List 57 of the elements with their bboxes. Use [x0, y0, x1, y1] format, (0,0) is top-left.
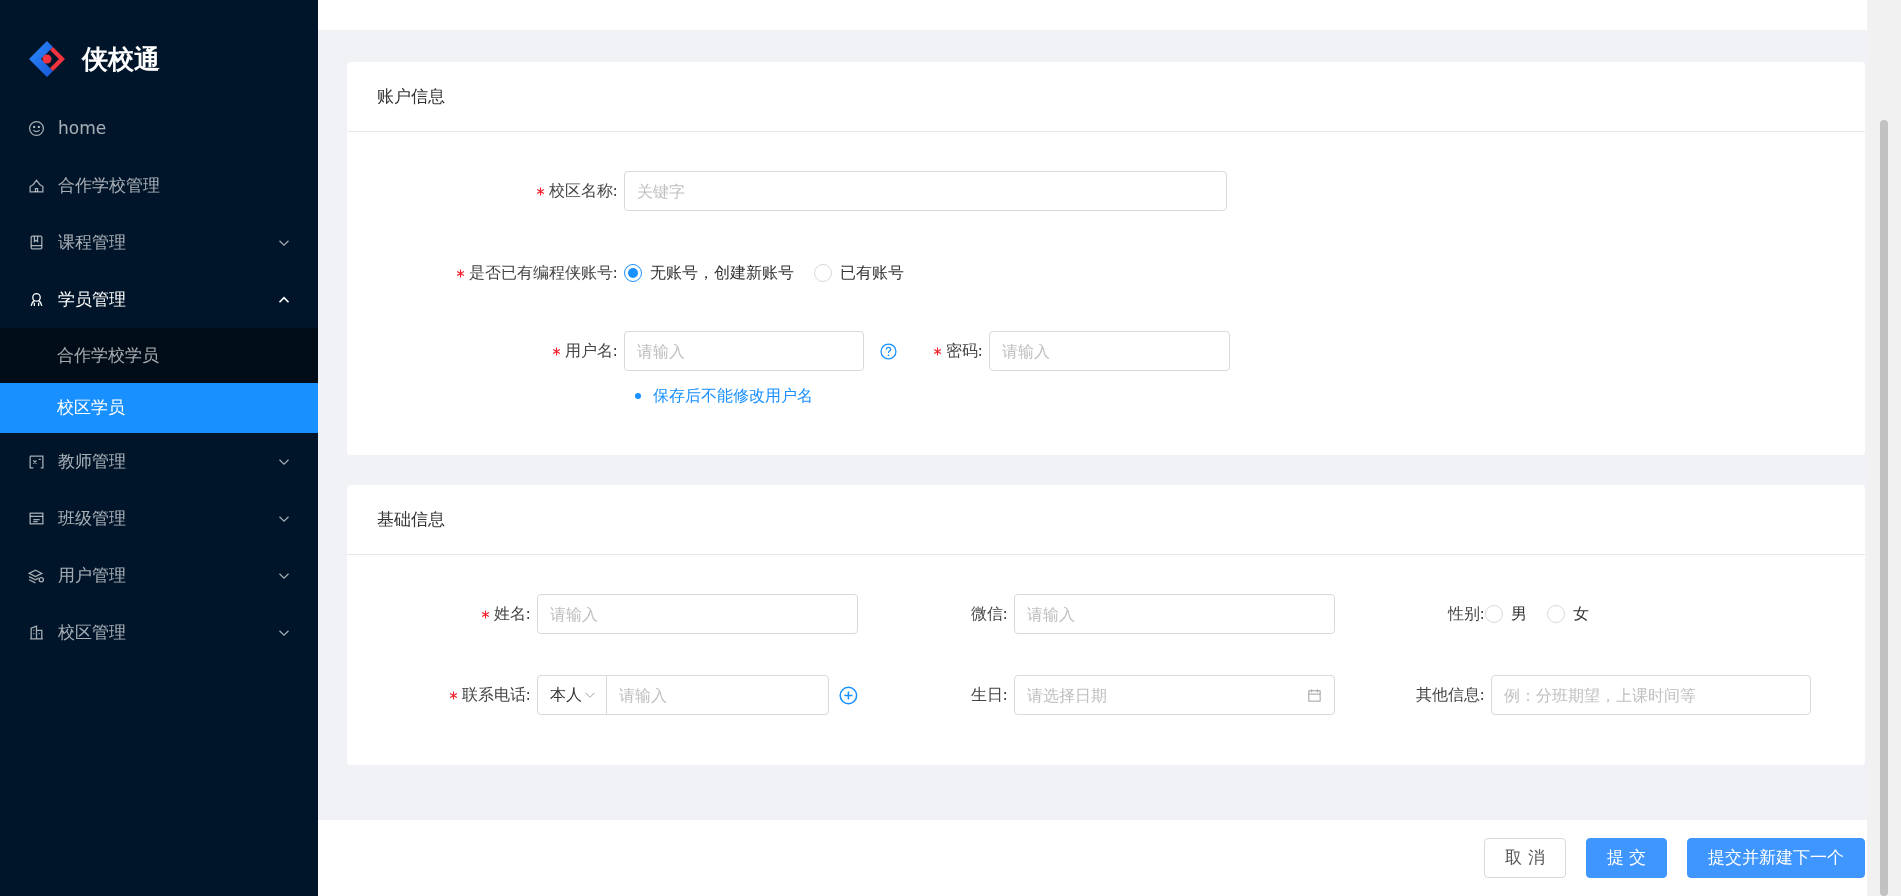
smile-icon: [28, 120, 45, 137]
required-icon: [455, 268, 465, 278]
text-input[interactable]: 请输入: [537, 594, 858, 634]
field-label: 姓名:: [347, 602, 537, 626]
required-icon: [448, 690, 458, 700]
menu-item[interactable]: 班级管理: [0, 490, 318, 547]
required-icon: [535, 186, 545, 196]
menu-item[interactable]: 校区管理: [0, 604, 318, 661]
required-icon: [551, 346, 561, 356]
calendar-icon: [1307, 687, 1322, 703]
text-input[interactable]: 请输入: [1014, 594, 1335, 634]
field-label: 联系电话:: [347, 683, 537, 707]
relation-select[interactable]: 本人: [538, 676, 607, 714]
field-label: 密码:: [897, 339, 989, 363]
card-title: 基础信息: [347, 485, 1865, 555]
radio-option[interactable]: 无账号，创建新账号: [624, 261, 794, 285]
help-icon[interactable]: [880, 342, 897, 360]
phone-input[interactable]: 请输入: [607, 676, 829, 714]
people-icon: [28, 291, 45, 308]
scrollbar-thumb[interactable]: [1880, 120, 1888, 896]
menu-item[interactable]: 教师管理: [0, 433, 318, 490]
board-icon: [28, 510, 45, 527]
layers-icon: [28, 567, 45, 584]
menu-item[interactable]: 用户管理: [0, 547, 318, 604]
cancel-button[interactable]: 取 消: [1484, 838, 1566, 878]
menu-item[interactable]: home: [0, 100, 318, 157]
field-label: 微信:: [969, 603, 1009, 625]
field-label: 用户名:: [347, 339, 624, 363]
building-icon: [28, 624, 45, 641]
logo-text: 侠校通: [82, 42, 160, 76]
add-icon[interactable]: [839, 685, 858, 705]
field-label: 是否已有编程侠账号:: [347, 261, 624, 285]
field-label: 性别:: [1446, 603, 1486, 625]
text-input[interactable]: 请输入: [624, 331, 864, 371]
card-title: 账户信息: [347, 62, 1865, 132]
radio-option[interactable]: 已有账号: [814, 261, 904, 285]
bullet-icon: [635, 393, 641, 399]
radio-option[interactable]: 男: [1485, 602, 1527, 626]
field-label: 其他信息:: [1414, 684, 1486, 706]
book-icon: [28, 234, 45, 251]
required-icon: [932, 346, 942, 356]
required-icon: [480, 609, 490, 619]
menu-item[interactable]: 合作学校管理: [0, 157, 318, 214]
submenu-item[interactable]: 合作学校学员: [0, 328, 318, 383]
school-icon: [28, 177, 45, 194]
phone-field[interactable]: 本人 请输入: [537, 675, 830, 715]
field-label: 生日:: [969, 684, 1009, 706]
field-label: 校区名称:: [347, 179, 624, 203]
teacher-icon: [28, 453, 45, 470]
text-input[interactable]: 关键字: [624, 171, 1227, 211]
text-input[interactable]: 请输入: [989, 331, 1230, 371]
menu-item[interactable]: 课程管理: [0, 214, 318, 271]
radio-option[interactable]: 女: [1547, 602, 1589, 626]
hint-text: 保存后不能修改用户名: [653, 385, 813, 407]
text-input[interactable]: 例：分班期望，上课时间等: [1491, 675, 1811, 715]
menu-item[interactable]: 学员管理: [0, 271, 318, 328]
logo-icon: [27, 39, 67, 79]
